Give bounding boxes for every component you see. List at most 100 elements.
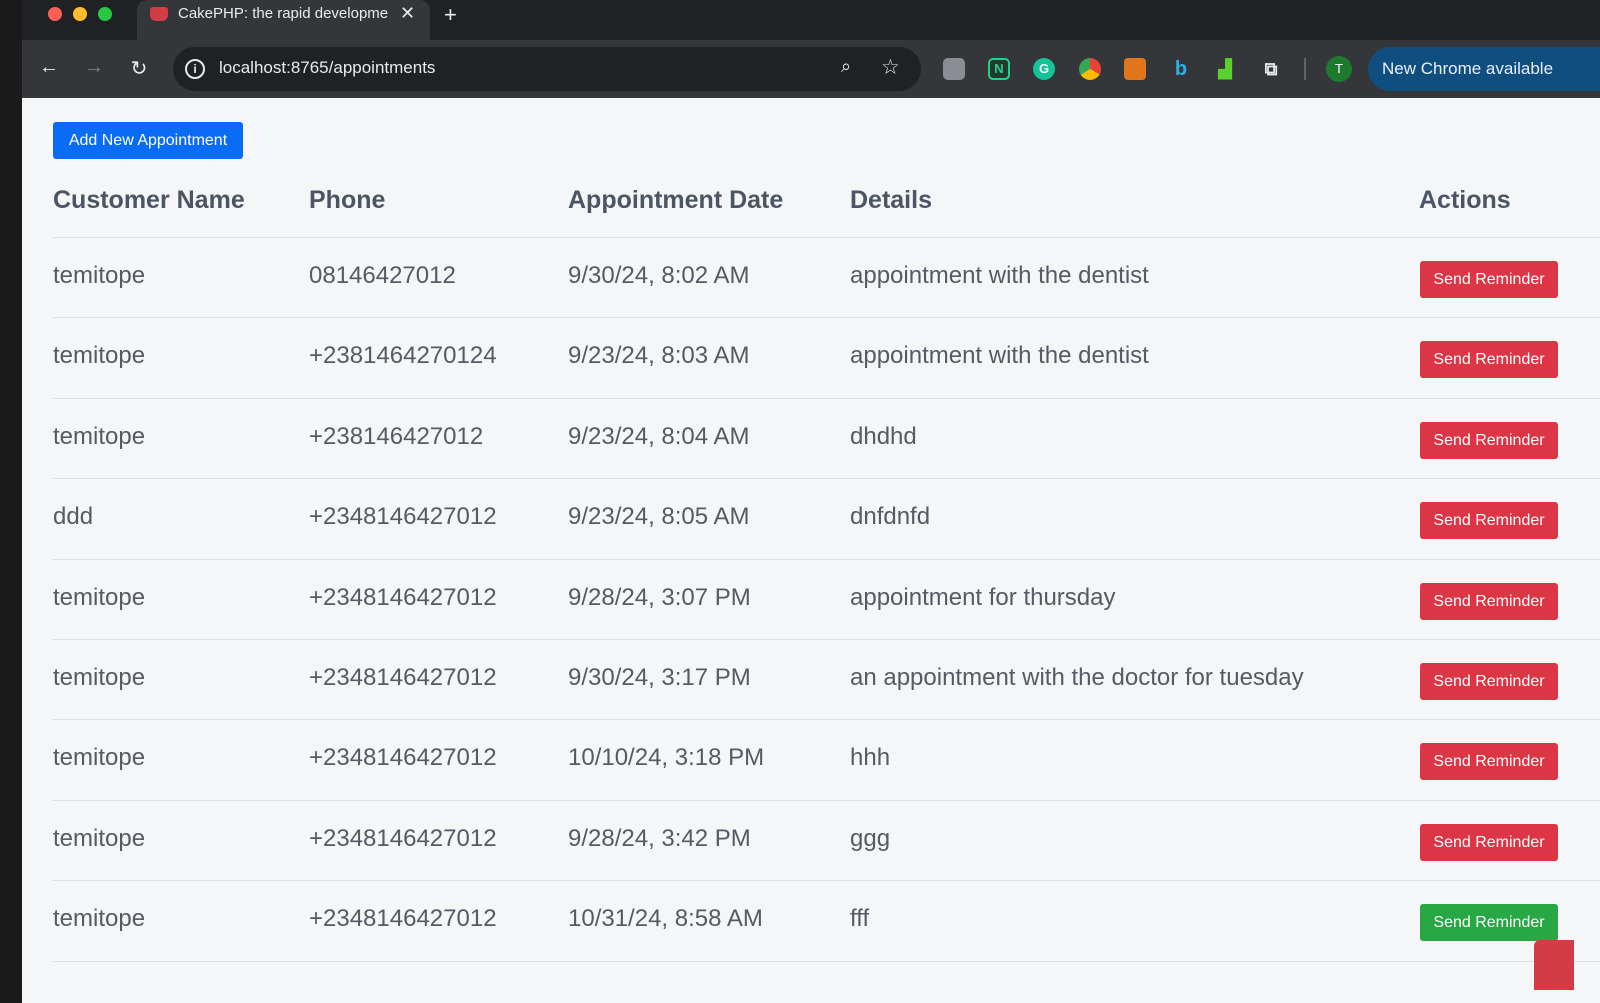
desktop-edge [0, 0, 22, 1003]
send-reminder-button[interactable]: Send Reminder [1420, 743, 1558, 781]
details-cell: an appointment with the doctor for tuesd… [850, 663, 1304, 691]
back-icon[interactable]: ← [37, 56, 61, 79]
phone-cell: +2348146427012 [309, 744, 497, 772]
customer-name-cell: temitope [53, 422, 146, 450]
details-cell: fff [850, 905, 870, 933]
table-header: Customer Name Phone Appointment Date Det… [53, 178, 1600, 238]
url-text[interactable]: localhost:8765/appointments [219, 58, 435, 78]
chrome-update-button[interactable]: New Chrome available [1368, 47, 1600, 91]
site-info-icon[interactable]: i [185, 59, 205, 79]
customer-name-cell: temitope [53, 342, 146, 370]
header-customer-name: Customer Name [53, 186, 245, 214]
minimize-window-button[interactable] [73, 7, 87, 21]
address-bar[interactable]: i localhost:8765/appointments ⌕ ☆ [173, 47, 921, 91]
n-extension-icon[interactable]: N [988, 58, 1010, 80]
close-window-button[interactable] [48, 7, 62, 21]
phone-cell: +2348146427012 [309, 503, 497, 531]
phone-cell: +2348146427012 [309, 583, 497, 611]
header-phone: Phone [309, 186, 386, 214]
camera-extension-icon[interactable] [943, 58, 965, 80]
appointments-table: Customer Name Phone Appointment Date Det… [53, 178, 1600, 962]
extensions-puzzle-icon[interactable]: ⧉ [1260, 58, 1282, 80]
grammarly-extension-icon[interactable]: G [1033, 58, 1055, 80]
tab-title: CakePHP: the rapid development [178, 5, 388, 22]
cakephp-favicon-icon [150, 7, 168, 21]
details-cell: dhdhd [850, 422, 917, 450]
send-reminder-button[interactable]: Send Reminder [1420, 341, 1558, 379]
phone-cell: +2348146427012 [309, 663, 497, 691]
send-reminder-button[interactable]: Send Reminder [1420, 502, 1558, 540]
actions-cell: Send Reminder [1420, 261, 1558, 298]
new-tab-icon[interactable]: + [444, 2, 457, 28]
appointment-date-cell: 10/10/24, 3:18 PM [568, 744, 765, 772]
forward-icon[interactable]: → [82, 56, 106, 79]
header-appointment-date: Appointment Date [568, 186, 784, 214]
browser-toolbar: ← → ↻ i localhost:8765/appointments ⌕ ☆ … [22, 40, 1600, 98]
actions-cell: Send Reminder [1420, 341, 1558, 379]
customer-name-cell: temitope [53, 744, 146, 772]
send-reminder-button[interactable]: Send Reminder [1420, 662, 1558, 700]
zoom-icon[interactable]: ⌕ [841, 56, 851, 77]
appointment-date-cell: 9/23/24, 8:03 AM [568, 342, 750, 370]
customer-name-cell: temitope [53, 824, 146, 852]
page-content: Add New Appointment Customer Name Phone … [22, 98, 1600, 1003]
bing-extension-icon[interactable]: b [1170, 58, 1192, 80]
metamask-extension-icon[interactable] [1124, 58, 1146, 80]
table-row: ddd +2348146427012 9/23/24, 8:05 AM dnfdnfd… [53, 479, 1600, 560]
appointment-date-cell: 9/23/24, 8:05 AM [568, 503, 750, 531]
customer-name-cell: ddd [53, 503, 94, 531]
table-row: temitope +2381464270124 9/23/24, 8:03 AM ap… [53, 318, 1600, 399]
phone-cell: +238146427012 [309, 422, 484, 450]
tab-active[interactable]: CakePHP: the rapid development ✕ [137, 0, 430, 40]
bookmark-star-icon[interactable]: ☆ [881, 55, 900, 80]
actions-cell: Send Reminder [1420, 662, 1558, 700]
header-details: Details [850, 186, 932, 214]
table-row: temitope +2348146427012 10/31/24, 8:58 AM f… [53, 881, 1600, 962]
appointment-date-cell: 9/28/24, 3:42 PM [568, 824, 751, 852]
customer-name-cell: temitope [53, 905, 146, 933]
table-row: temitope 08146427012 9/30/24, 8:02 AM appoi… [53, 238, 1600, 319]
phone-cell: +2348146427012 [309, 905, 497, 933]
browser-window: CakePHP: the rapid development ✕ + ← → ↻… [22, 0, 1600, 1003]
reload-icon[interactable]: ↻ [127, 56, 151, 81]
tab-close-icon[interactable]: ✕ [400, 3, 415, 24]
actions-cell: Send Reminder [1420, 582, 1558, 620]
details-cell: appointment with the dentist [850, 262, 1149, 289]
actions-cell: Send Reminder [1420, 421, 1558, 459]
send-reminder-button[interactable]: Send Reminder [1420, 582, 1558, 620]
maximize-window-button[interactable] [98, 7, 112, 21]
chrome-extension-icon[interactable] [1079, 58, 1101, 80]
actions-cell: Send Reminder [1420, 502, 1558, 540]
send-reminder-button[interactable]: Send Reminder [1420, 823, 1558, 861]
cakephp-logo-icon [1534, 940, 1574, 990]
table-row: temitope +2348146427012 9/30/24, 3:17 PM an… [53, 640, 1600, 721]
profile-avatar[interactable]: T [1326, 56, 1352, 82]
appointment-date-cell: 10/31/24, 8:58 AM [568, 905, 763, 933]
details-cell: hhh [850, 744, 891, 772]
appointment-date-cell: 9/30/24, 8:02 AM [568, 262, 750, 289]
add-new-appointment-button[interactable]: Add New Appointment [53, 122, 243, 159]
tab-strip: CakePHP: the rapid development ✕ + [22, 0, 1600, 40]
send-reminder-button[interactable]: Send Reminder [1420, 261, 1558, 298]
actions-cell: Send Reminder [1420, 823, 1558, 861]
table-row: temitope +2348146427012 9/28/24, 3:07 PM ap… [53, 560, 1600, 640]
details-cell: dnfdnfd [850, 503, 931, 531]
send-reminder-button[interactable]: Send Reminder [1420, 904, 1558, 942]
appointment-date-cell: 9/30/24, 3:17 PM [568, 663, 751, 691]
table-row: temitope +238146427012 9/23/24, 8:04 AM dhd… [53, 399, 1600, 480]
phone-cell: +2348146427012 [309, 824, 497, 852]
customer-name-cell: temitope [53, 583, 146, 611]
details-cell: ggg [850, 824, 891, 852]
table-row: temitope +2348146427012 10/10/24, 3:18 PM h… [53, 720, 1600, 801]
table-row: temitope +2348146427012 9/28/24, 3:42 PM gg… [53, 801, 1600, 882]
chart-extension-icon[interactable]: ▟ [1214, 58, 1236, 80]
toolbar-divider [1304, 58, 1306, 80]
phone-cell: 08146427012 [309, 262, 456, 289]
details-cell: appointment with the dentist [850, 342, 1149, 370]
send-reminder-button[interactable]: Send Reminder [1420, 421, 1558, 459]
header-actions: Actions [1419, 186, 1511, 214]
appointment-date-cell: 9/23/24, 8:04 AM [568, 422, 750, 450]
actions-cell: Send Reminder [1420, 743, 1558, 781]
table-body: temitope 08146427012 9/30/24, 8:02 AM appoi… [53, 238, 1600, 962]
actions-cell: Send Reminder [1420, 904, 1558, 942]
